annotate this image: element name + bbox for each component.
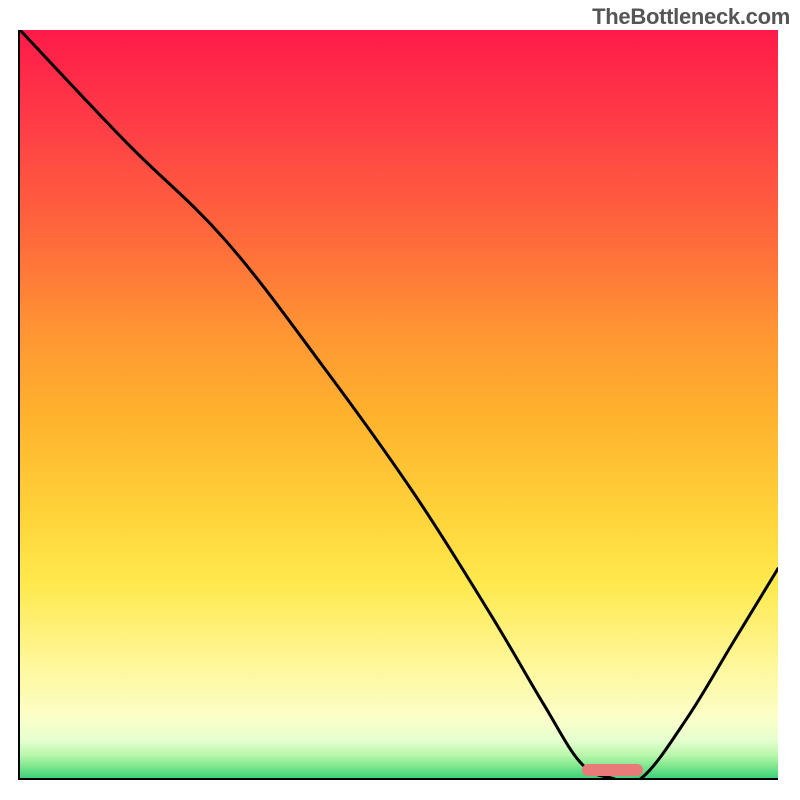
watermark-label: TheBottleneck.com bbox=[592, 4, 790, 30]
chart-frame: TheBottleneck.com bbox=[0, 0, 800, 800]
bottleneck-curve-path bbox=[20, 30, 778, 778]
curve-svg bbox=[20, 30, 778, 778]
optimal-marker bbox=[582, 764, 643, 776]
plot-area bbox=[18, 30, 778, 780]
